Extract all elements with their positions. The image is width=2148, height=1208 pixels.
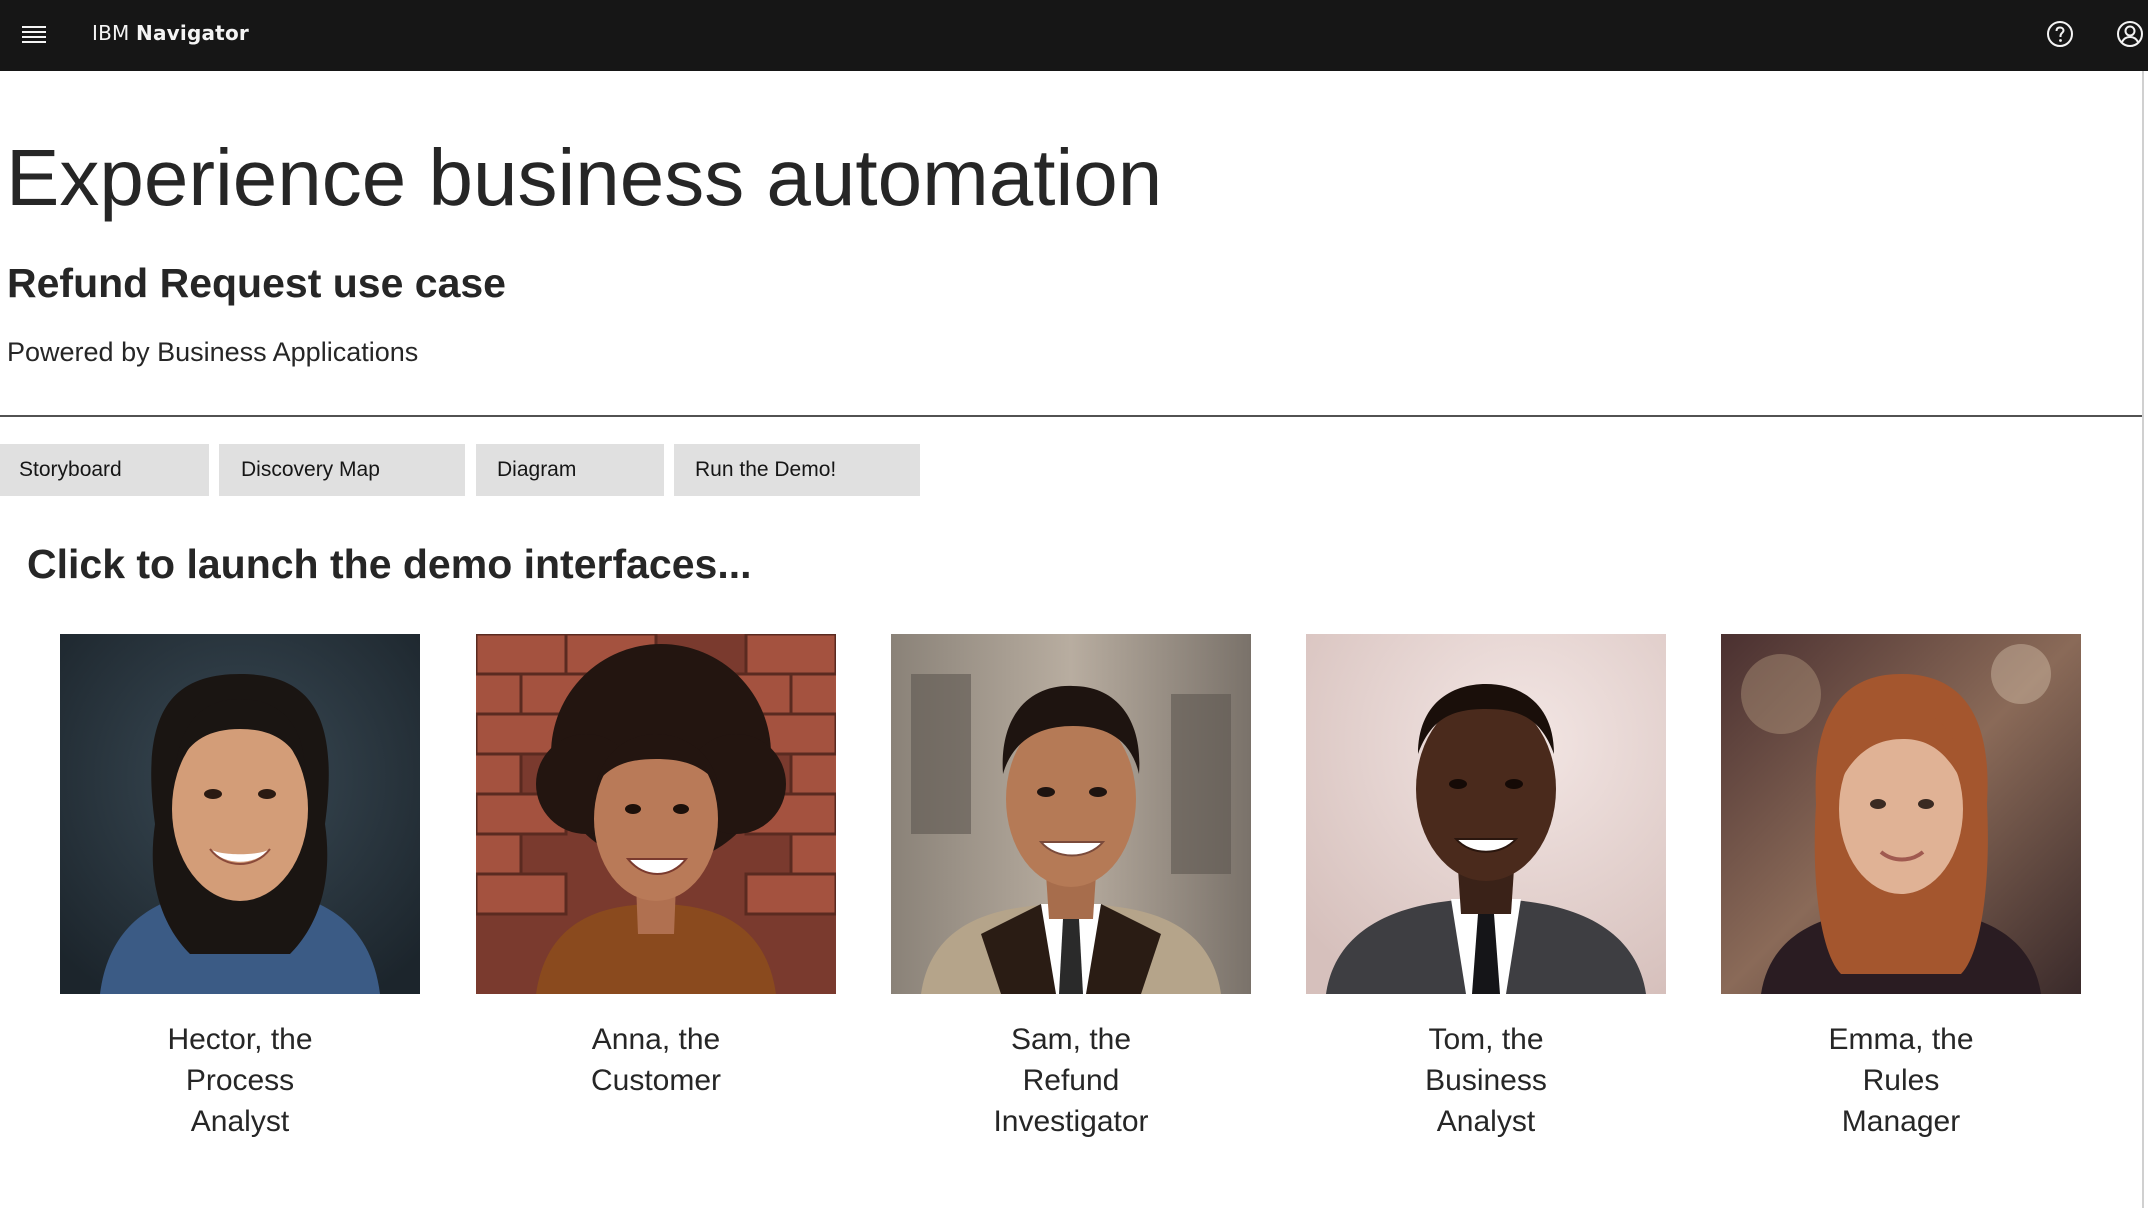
persona-card-tom[interactable]: Tom, the Business Analyst [1306,634,1666,1138]
persona-name: Sam, the [1010,1023,1132,1056]
persona-photo-sam[interactable] [891,634,1251,994]
persona-role-line: Business [1425,1064,1547,1097]
persona-photo-hector[interactable] [60,634,420,994]
persona-card-emma[interactable]: Emma, the Rules Manager [1721,634,2081,1138]
persona-label-emma[interactable]: Emma, the Rules Manager [1701,1019,2101,1142]
persona-label-sam[interactable]: Sam, the Refund Investigator [871,1019,1271,1142]
persona-name: Tom, the [1428,1023,1544,1056]
persona-card-sam[interactable]: Sam, the Refund Investigator [891,634,1251,1138]
persona-role-line: Refund [1022,1064,1120,1097]
persona-role-line: Analyst [1436,1105,1536,1138]
persona-role-line: Customer [590,1064,722,1097]
tab-diagram[interactable]: Diagram [476,444,664,496]
vertical-scrollbar[interactable] [2142,71,2144,1208]
persona-label-anna[interactable]: Anna, the Customer [456,1019,856,1101]
persona-name: Hector, the [167,1023,313,1056]
help-icon[interactable] [2040,14,2080,54]
persona-name: Emma, the [1828,1023,1974,1056]
persona-card-anna[interactable]: Anna, the Customer [476,634,836,1097]
top-navigation-bar: IBM Navigator [0,0,2148,71]
brand-prefix: IBM [92,21,130,45]
tab-storyboard[interactable]: Storyboard [0,444,209,496]
persona-role-line: Investigator [993,1105,1149,1138]
persona-photo-emma[interactable] [1721,634,2081,994]
user-avatar-icon[interactable] [2110,14,2148,54]
section-divider [0,415,2142,417]
page-title: Experience business automation [6,133,1163,222]
tab-discovery-map[interactable]: Discovery Map [219,444,465,496]
launch-section-title: Click to launch the demo interfaces... [27,541,752,587]
persona-role-line: Process [185,1064,295,1097]
persona-role-line: Analyst [190,1105,290,1138]
persona-label-hector[interactable]: Hector, the Process Analyst [40,1019,440,1142]
brand-name: Navigator [136,21,249,45]
persona-label-tom[interactable]: Tom, the Business Analyst [1286,1019,1686,1142]
persona-photo-anna[interactable] [476,634,836,994]
persona-name: Anna, the [591,1023,721,1056]
page-subtitle: Refund Request use case [7,260,506,306]
persona-role-line: Rules [1862,1064,1940,1097]
app-brand[interactable]: IBM Navigator [92,0,249,71]
hamburger-menu-icon[interactable] [14,14,54,54]
powered-by-text: Powered by Business Applications [7,337,419,367]
persona-photo-tom[interactable] [1306,634,1666,994]
tab-run-the-demo[interactable]: Run the Demo! [674,444,920,496]
persona-role-line: Manager [1841,1105,1961,1138]
persona-card-hector[interactable]: Hector, the Process Analyst [60,634,420,1138]
